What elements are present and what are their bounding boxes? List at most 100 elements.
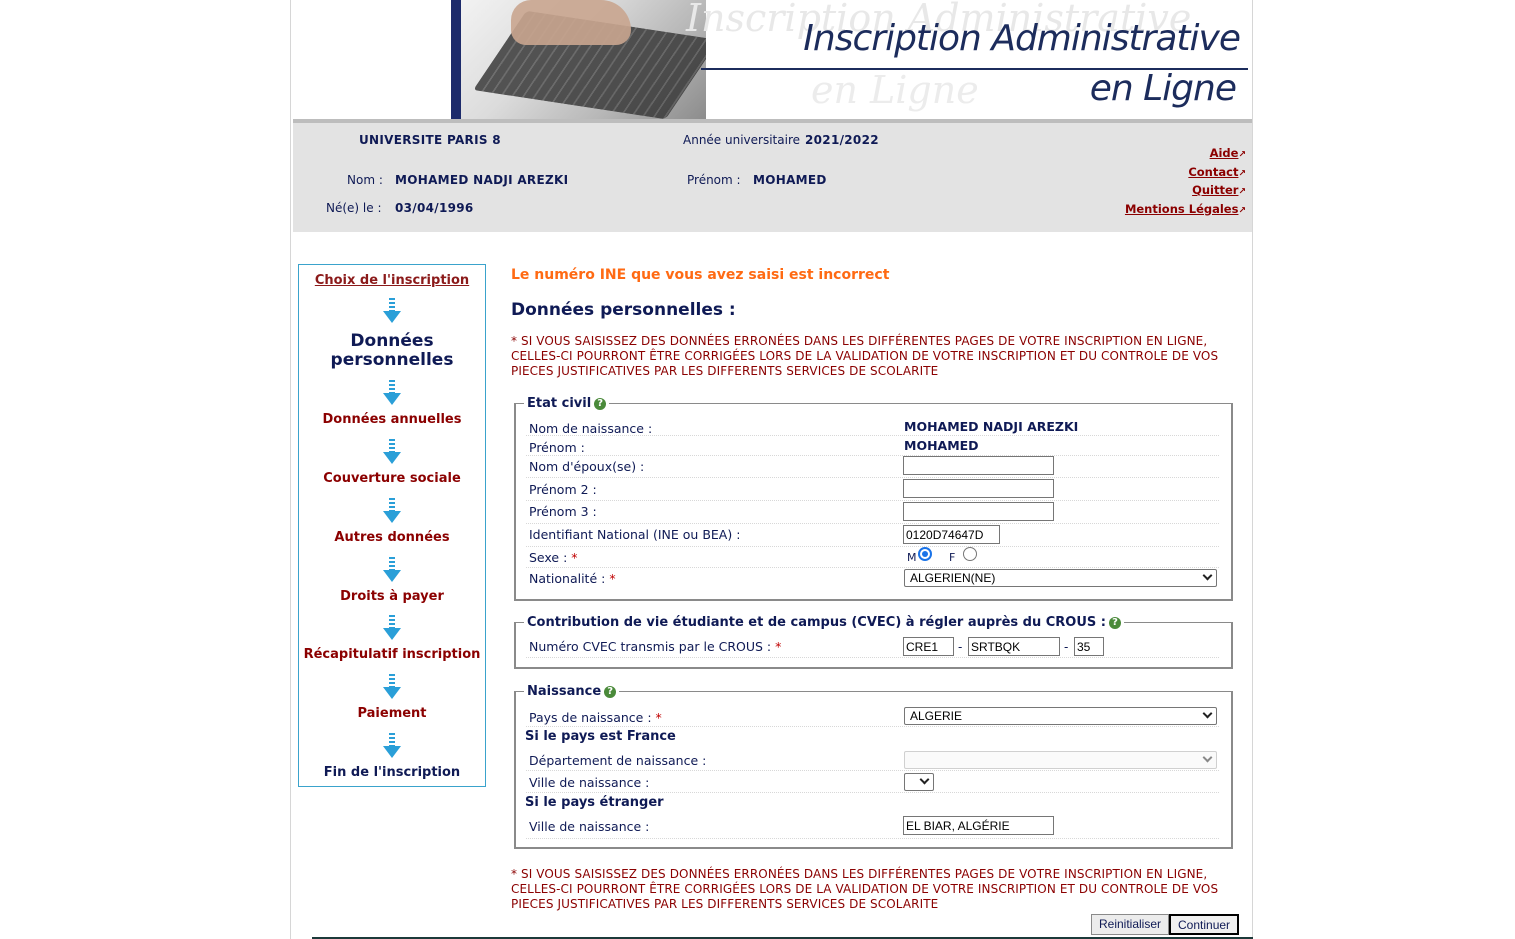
ine-label: Identifiant National (INE ou BEA) : <box>529 527 741 542</box>
help-icon[interactable]: ? <box>604 686 617 698</box>
nom-epoux-label: Nom d'époux(se) : <box>529 459 645 474</box>
external-link-icon: ↗ <box>1238 168 1246 179</box>
ville-etranger-input[interactable] <box>903 816 1054 835</box>
prenom2-input[interactable] <box>903 479 1054 498</box>
etat-civil-legend-text: Etat civil <box>527 396 592 411</box>
chevron-down-icon <box>1202 752 1213 763</box>
year-value: 2021/2022 <box>805 133 879 147</box>
pays-naissance-selected: ALGERIE <box>910 709 963 723</box>
row-ine: Identifiant National (INE ou BEA) : <box>526 524 1219 547</box>
nom-epoux-input[interactable] <box>903 456 1054 475</box>
nav-droits-a-payer: Droits à payer <box>340 589 444 604</box>
external-link-icon: ↗ <box>1238 205 1246 216</box>
nationalite-select[interactable]: ALGERIEN(NE) <box>904 569 1217 587</box>
sexe-m-radio[interactable] <box>918 547 932 561</box>
page-title: Données personnelles : <box>511 300 736 320</box>
cvec-separator: - <box>958 640 963 654</box>
sexe-f-label: F <box>949 551 956 564</box>
departement-select[interactable] <box>904 751 1217 769</box>
si-etranger-heading: Si le pays étranger <box>525 795 664 810</box>
ville-etranger-label: Ville de naissance : <box>529 819 650 834</box>
help-icon[interactable]: ? <box>1109 617 1121 629</box>
sexe-f-radio[interactable] <box>963 547 977 561</box>
naissance-legend-text: Naissance <box>527 684 602 699</box>
down-arrow-icon <box>383 439 401 467</box>
chevron-down-icon <box>1202 708 1213 719</box>
required-marker: * <box>655 710 662 725</box>
si-france-heading: Si le pays est France <box>525 729 676 744</box>
external-link-icon: ↗ <box>1238 187 1246 197</box>
help-icon[interactable]: ? <box>594 398 607 410</box>
nav-fin-inscription: Fin de l'inscription <box>323 765 461 780</box>
nav-couverture-sociale: Couverture sociale <box>323 471 461 486</box>
birthdate-label: Né(e) le : <box>326 201 382 215</box>
banner-title-line1: Inscription Administrative <box>803 18 1241 59</box>
prenom-label: Prénom : <box>529 440 585 455</box>
birthdate-value: 03/04/1996 <box>395 201 474 215</box>
ville-france-select[interactable] <box>904 773 934 791</box>
banner-title-line2: en Ligne <box>1089 68 1237 109</box>
nom-naissance-label: Nom de naissance : <box>529 421 653 436</box>
quitter-link[interactable]: Quitter↗ <box>1125 182 1246 201</box>
cvec-legend-text: Contribution de vie étudiante et de camp… <box>527 615 1106 630</box>
prenom-label: Prénom : <box>687 173 741 187</box>
cvec-part3-input[interactable] <box>1074 637 1104 656</box>
university-name: UNIVERSITE PARIS 8 <box>359 133 501 147</box>
row-nom-epoux: Nom d'époux(se) : <box>526 456 1219 478</box>
row-prenom: Prénom : MOHAMED <box>526 438 1219 456</box>
pays-naissance-label: Pays de naissance : <box>529 710 652 725</box>
sexe-label: Sexe : <box>529 550 568 565</box>
warning-line: PIECES JUSTIFICATIVES PAR LES DIFFERENTS… <box>511 897 939 911</box>
ine-error-message: Le numéro INE que vous avez saisi est in… <box>511 267 890 283</box>
nav-donnees-annuelles: Données annuelles <box>322 412 462 427</box>
down-arrow-icon <box>383 557 401 585</box>
required-marker: * <box>775 639 782 654</box>
warning-line: * SI VOUS SAISISSEZ DES DONNÉES ERRONÉES… <box>511 867 1208 881</box>
nationalite-label: Nationalité : <box>529 571 606 586</box>
nav-donnees-personnelles: Données personnelles <box>330 331 454 370</box>
banner-keyboard-image <box>451 0 706 119</box>
quitter-link-label: Quitter <box>1192 183 1239 197</box>
required-marker: * <box>609 571 616 586</box>
nav-paiement: Paiement <box>357 706 427 721</box>
required-marker: * <box>571 550 578 565</box>
cvec-part1-input[interactable] <box>903 637 954 656</box>
pays-naissance-select[interactable]: ALGERIE <box>904 707 1217 725</box>
top-links: Aide↗ Contact↗ Quitter↗ Mentions Légales… <box>1125 145 1246 219</box>
prenom-value: MOHAMED <box>753 173 827 187</box>
contact-link[interactable]: Contact↗ <box>1125 164 1246 183</box>
nom-value: MOHAMED NADJI AREZKI <box>395 173 569 187</box>
reset-button[interactable]: Reinitialiser <box>1091 914 1170 935</box>
mentions-link-label: Mentions Légales <box>1124 201 1239 216</box>
warning-line: CELLES-CI POURRONT ÊTRE CORRIGÉES LORS D… <box>511 349 1219 363</box>
aide-link[interactable]: Aide↗ <box>1125 145 1246 164</box>
nav-choix-inscription[interactable]: Choix de l'inscription <box>299 273 485 288</box>
warning-line: * SI VOUS SAISISSEZ DES DONNÉES ERRONÉES… <box>511 334 1208 348</box>
contact-link-label: Contact <box>1188 164 1239 179</box>
down-arrow-icon <box>383 498 401 526</box>
sexe-m-label: M <box>907 551 917 564</box>
naissance-legend: Naissance? <box>524 684 619 699</box>
student-info-bar: UNIVERSITE PARIS 8 Année universitaire 2… <box>293 119 1252 232</box>
nav-autres-donnees: Autres données <box>334 530 450 545</box>
prenom3-input[interactable] <box>903 502 1054 521</box>
continue-button[interactable]: Continuer <box>1169 914 1240 935</box>
cvec-legend: Contribution de vie étudiante et de camp… <box>524 615 1124 630</box>
ine-input[interactable] <box>903 525 1000 544</box>
row-sexe: Sexe : * M F <box>526 547 1219 568</box>
mentions-legales-link[interactable]: Mentions Légales↗ <box>1125 201 1246 220</box>
nationalite-selected: ALGERIEN(NE) <box>910 571 996 585</box>
warning-bottom: * SI VOUS SAISISSEZ DES DONNÉES ERRONÉES… <box>511 867 1241 912</box>
banner: Inscription Administrative en Ligne Insc… <box>291 0 1252 119</box>
warning-line: PIECES JUSTIFICATIVES PAR LES DIFFERENTS… <box>511 364 939 378</box>
aide-link-label: Aide <box>1209 146 1239 160</box>
warning-top: * SI VOUS SAISISSEZ DES DONNÉES ERRONÉES… <box>511 334 1241 379</box>
prenom2-label: Prénom 2 : <box>529 482 597 497</box>
nom-naissance-value: MOHAMED NADJI AREZKI <box>904 419 1079 434</box>
down-arrow-icon <box>383 615 401 643</box>
page-container: Inscription Administrative en Ligne Insc… <box>290 0 1253 939</box>
chevron-down-icon <box>919 774 930 785</box>
cvec-part2-input[interactable] <box>968 637 1060 656</box>
external-link-icon: ↗ <box>1238 150 1246 160</box>
steps-nav: Choix de l'inscription Données personnel… <box>298 264 486 787</box>
